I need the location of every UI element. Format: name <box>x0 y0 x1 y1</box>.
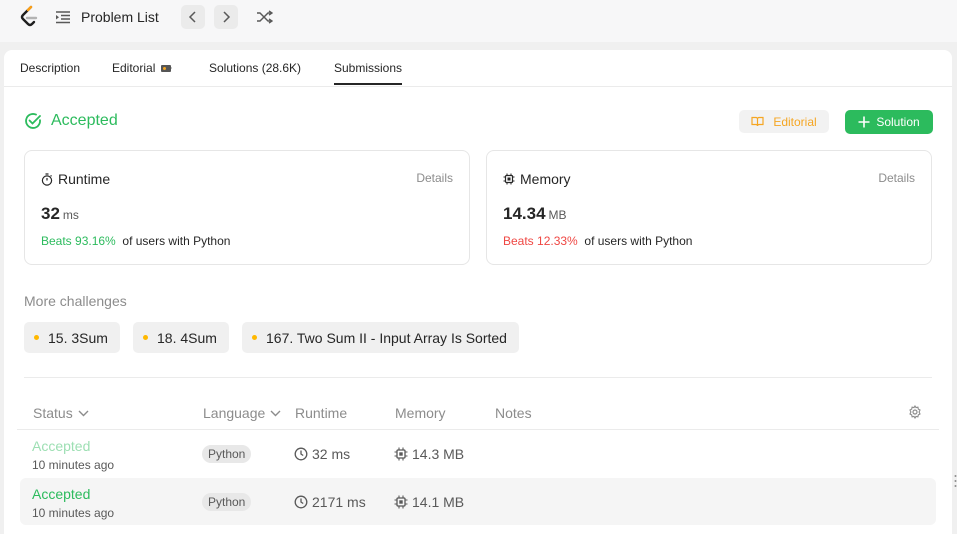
runtime-beats-percent: Beats 93.16% <box>41 234 116 248</box>
table-row[interactable]: Accepted 10 minutes ago Python 2171 ms 1… <box>20 478 936 525</box>
chip-icon <box>394 495 408 509</box>
editorial-button[interactable]: Editorial <box>739 110 829 133</box>
tab-submissions[interactable]: Submissions <box>334 61 403 85</box>
difficulty-dot <box>252 335 257 340</box>
clock-icon <box>294 447 308 461</box>
memory-beats: Beats 12.33% of users with Python <box>503 234 692 248</box>
tab-description[interactable]: Description <box>20 61 80 75</box>
memory-number: 14.34 <box>503 204 546 223</box>
problem-list-icon[interactable] <box>55 9 71 25</box>
next-problem-button[interactable] <box>214 5 238 29</box>
runtime-title-label: Runtime <box>58 171 111 187</box>
gear-icon[interactable] <box>908 405 922 419</box>
problem-list-link[interactable]: Problem List <box>81 9 159 25</box>
language-badge: Python <box>202 445 252 463</box>
challenge-chip[interactable]: 15. 3Sum <box>24 322 120 353</box>
runtime-beats-suffix: of users with Python <box>122 234 231 248</box>
submission-status-header: Accepted <box>24 112 118 130</box>
runtime-unit: ms <box>62 208 79 222</box>
runtime-number: 32 <box>41 204 60 223</box>
stopwatch-icon <box>41 172 53 186</box>
status-accepted-title: Accepted <box>51 112 118 129</box>
runtime-details-link[interactable]: Details <box>416 171 453 185</box>
row-runtime-value: 32 ms <box>312 446 351 462</box>
row-status: Accepted <box>32 438 91 454</box>
section-divider <box>24 377 932 378</box>
memory-beats-percent: Beats 12.33% <box>503 234 578 248</box>
tab-bar: Description Editorial Solutions (28.6K) … <box>4 50 952 87</box>
book-icon <box>751 116 764 127</box>
video-icon <box>161 65 173 73</box>
row-runtime: 32 ms <box>294 446 350 462</box>
tab-editorial-label: Editorial <box>112 61 156 75</box>
clock-icon <box>294 495 308 509</box>
editorial-button-label: Editorial <box>773 114 817 129</box>
row-runtime: 2171 ms <box>294 494 366 510</box>
difficulty-dot <box>34 335 39 340</box>
runtime-value: 32 ms <box>41 204 79 224</box>
row-runtime-value: 2171 ms <box>312 494 366 510</box>
memory-beats-suffix: of users with Python <box>584 234 693 248</box>
row-time: 10 minutes ago <box>32 506 115 520</box>
memory-card[interactable]: Memory Details 14.34 MB Beats 12.33% of u… <box>486 150 932 265</box>
challenge-label: 18. 4Sum <box>157 329 217 346</box>
runtime-card[interactable]: Runtime Details 32 ms Beats 93.16% of use… <box>24 150 470 265</box>
solution-button[interactable]: Solution <box>845 110 933 134</box>
leetcode-logo[interactable] <box>18 5 40 29</box>
prev-problem-button[interactable] <box>181 5 205 29</box>
status-filter[interactable]: Status <box>33 405 89 421</box>
memory-title: Memory <box>503 171 571 187</box>
chip-icon <box>394 447 408 461</box>
chevron-down-icon <box>78 410 89 416</box>
language-badge: Python <box>202 493 252 511</box>
runtime-header: Runtime <box>295 405 347 421</box>
row-memory-value: 14.1 MB <box>412 494 465 510</box>
shuffle-icon[interactable] <box>256 9 273 25</box>
row-memory: 14.1 MB <box>394 494 464 510</box>
challenge-label: 167. Two Sum II - Input Array Is Sorted <box>266 329 507 346</box>
status-header-label: Status <box>33 405 73 421</box>
table-row[interactable]: Accepted 10 minutes ago Python 32 ms 14.… <box>20 430 936 477</box>
tab-editorial[interactable]: Editorial <box>112 61 173 75</box>
top-bar: Problem List <box>0 0 957 42</box>
row-status: Accepted <box>32 486 91 502</box>
memory-header: Memory <box>395 405 446 421</box>
challenge-chip[interactable]: 18. 4Sum <box>133 322 229 353</box>
runtime-title: Runtime <box>41 171 110 187</box>
memory-unit: MB <box>548 208 567 222</box>
runtime-beats: Beats 93.16% of users with Python <box>41 234 230 248</box>
chevron-left-icon <box>188 11 196 23</box>
chevron-right-icon <box>223 11 231 23</box>
notes-header: Notes <box>495 405 532 421</box>
challenge-chip[interactable]: 167. Two Sum II - Input Array Is Sorted <box>242 322 519 353</box>
runtime-header-label: Runtime <box>295 405 348 421</box>
tab-solutions[interactable]: Solutions (28.6K) <box>209 61 301 75</box>
chevron-down-icon <box>270 410 281 416</box>
plus-icon <box>858 116 870 128</box>
row-memory: 14.3 MB <box>394 446 464 462</box>
difficulty-dot <box>143 335 148 340</box>
memory-header-label: Memory <box>395 405 446 421</box>
notes-header-label: Notes <box>495 405 532 421</box>
language-header-label: Language <box>203 405 266 421</box>
memory-title-label: Memory <box>520 171 571 187</box>
row-time: 10 minutes ago <box>32 458 115 472</box>
solution-button-label: Solution <box>876 115 920 129</box>
more-challenges-title: More challenges <box>24 293 127 309</box>
memory-value: 14.34 MB <box>503 204 567 224</box>
submission-panel: Description Editorial Solutions (28.6K) … <box>4 50 952 534</box>
chip-icon <box>503 173 515 185</box>
row-memory-value: 14.3 MB <box>412 446 465 462</box>
memory-details-link[interactable]: Details <box>878 171 915 185</box>
submissions-table-header: Status Language Runtime Memory Notes <box>17 393 939 430</box>
check-circle-icon <box>25 113 41 129</box>
challenge-label: 15. 3Sum <box>48 329 108 346</box>
language-filter[interactable]: Language <box>203 405 281 421</box>
